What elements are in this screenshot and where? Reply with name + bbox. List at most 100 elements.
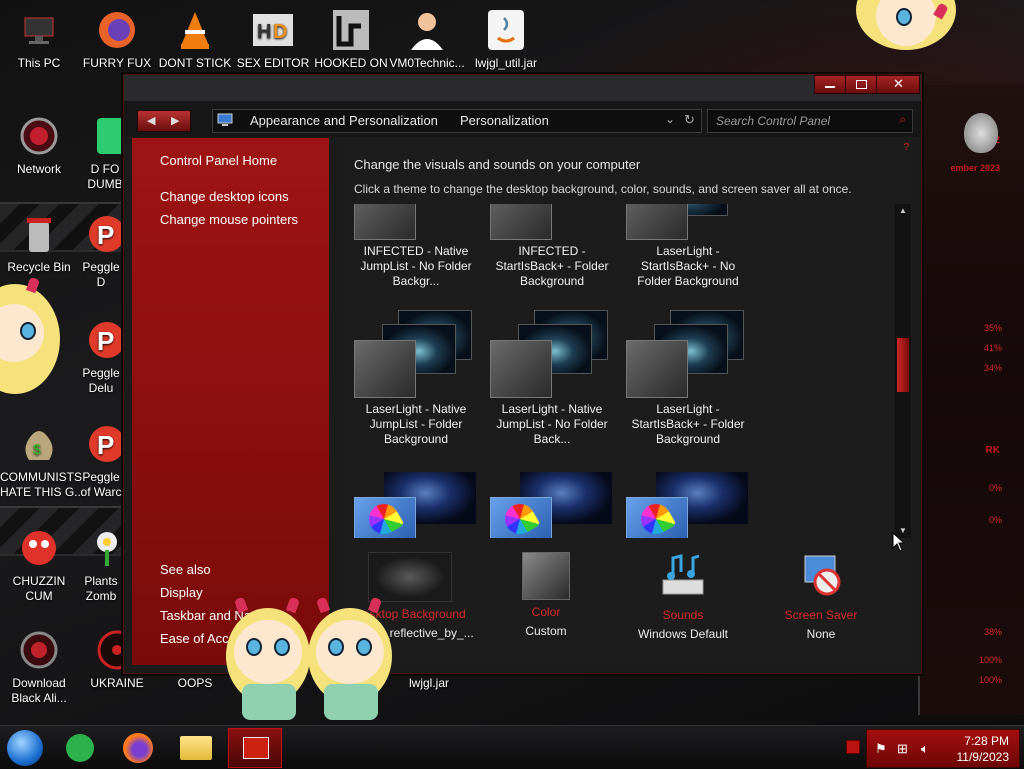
setting-label: Color [531, 605, 561, 619]
change-desktop-icons-link[interactable]: Change desktop icons [160, 189, 289, 204]
refresh-icon[interactable]: ↻ [684, 112, 695, 128]
desktop-icon-hooked-on[interactable]: HOOKED ON [312, 8, 390, 71]
window-titlebar[interactable]: ✕ [124, 75, 921, 101]
network-icon [20, 117, 58, 155]
taskbar-firefox[interactable] [120, 730, 156, 766]
app-icon [97, 118, 125, 154]
theme-thumbnail [354, 310, 478, 398]
desktop-icon-peggle-d[interactable]: P Peggle D [78, 212, 124, 290]
show-hidden-icons[interactable] [846, 740, 860, 754]
desktop-icon-network[interactable]: Network [0, 114, 78, 177]
peggle-icon: P [89, 426, 123, 462]
network-icon[interactable]: ⊞ [897, 741, 911, 756]
taskbar-feedly[interactable] [62, 730, 98, 766]
clock-time: 7:28 PM [964, 734, 1009, 748]
theme-item[interactable]: INFECTED - StartIsBack+ - Folder Backgro… [490, 204, 614, 289]
theme-thumbnail [490, 310, 614, 398]
sticker-image [226, 596, 396, 724]
desktop-icon-label: HOOKED ON [314, 56, 388, 70]
desktop-icon-plants-zombies[interactable]: Plants Zomb [78, 526, 124, 604]
desktop-icon-label: VM0Technic... [389, 56, 465, 70]
desktop-icon-peggle-warcraft[interactable]: P Peggle of Warc [78, 422, 124, 500]
close-icon: ✕ [893, 76, 904, 91]
address-bar[interactable]: Appearance and Personalization Personali… [212, 109, 702, 133]
desktop-icon-sex-editor[interactable]: HD SEX EDITOR [234, 8, 312, 71]
desktop-icon-lwjgl-util[interactable]: lwjgl_util.jar [467, 8, 545, 71]
desktop-icon-dont-stick[interactable]: DONT STICK [156, 8, 234, 71]
search-box: ⌕ [707, 109, 913, 133]
forward-button[interactable]: ▶ [171, 114, 179, 127]
volume-icon[interactable]: 🔈︎ [921, 741, 935, 756]
scrollbar-thumb[interactable] [897, 338, 909, 392]
theme-settings-bar: Desktop Background hazard_reflective_by_… [346, 552, 904, 660]
theme-item[interactable]: LaserLight - Native JumpList - No Folder… [490, 310, 614, 447]
desktop-icon-this-pc[interactable]: This PC [0, 8, 78, 71]
theme-thumbnail [354, 204, 478, 240]
theme-item[interactable] [626, 472, 750, 538]
sounds-button[interactable]: Sounds Windows Default [613, 552, 753, 641]
setting-value: Windows Default [637, 627, 729, 641]
desktop-icon-download-black-alien[interactable]: Download Black Ali... [0, 628, 78, 706]
change-mouse-pointers-link[interactable]: Change mouse pointers [160, 212, 298, 227]
desktop-icon-label: Network [16, 162, 61, 176]
page-heading: Change the visuals and sounds on your co… [354, 157, 641, 172]
computer-icon [24, 17, 54, 44]
clock[interactable]: 7:28 PM 11/9/2023 [957, 733, 1010, 765]
desktop-icon-label: Download Black Ali... [11, 676, 67, 705]
sticker-image [0, 276, 62, 404]
desktop-icon-recycle-bin[interactable]: Recycle Bin [0, 212, 78, 275]
page-subheading: Click a theme to change the desktop back… [354, 182, 852, 196]
start-button[interactable] [7, 730, 43, 766]
taskbar-control-panel[interactable] [228, 728, 282, 768]
theme-item[interactable]: LaserLight - Native JumpList - Folder Ba… [354, 310, 478, 447]
desktop-background-icon [368, 552, 452, 602]
theme-list-scrollbar[interactable]: ▲ ▼ [895, 204, 911, 538]
help-icon[interactable]: ? [903, 142, 909, 153]
desktop-icon-vm0technic[interactable]: VM0Technic... [388, 8, 466, 71]
search-icon[interactable]: ⌕ [899, 112, 906, 127]
close-button[interactable]: ✕ [876, 75, 920, 94]
desktop-icon-label: OOPS [177, 676, 213, 690]
theme-item[interactable] [490, 472, 614, 538]
theme-item[interactable]: LaserLight - StartIsBack+ - No Folder Ba… [626, 204, 750, 289]
theme-thumbnail [626, 472, 750, 538]
desktop-icon-communists[interactable]: $ COMMUNISTS HATE THIS G... [0, 422, 84, 500]
hxd-editor-icon: HD [253, 14, 293, 46]
control-panel-home-link[interactable]: Control Panel Home [160, 153, 277, 168]
svg-text:P: P [97, 220, 114, 250]
screen-saver-button[interactable]: Screen Saver None [751, 552, 891, 641]
desktop-icon-chuzzin[interactable]: CHUZZIN CUM [0, 526, 78, 604]
recycle-bin-icon [27, 218, 51, 252]
taskbar-file-explorer[interactable] [178, 730, 214, 766]
desktop-icon-peggle-deluxe[interactable]: P Peggle Delu [78, 318, 124, 396]
theme-item[interactable]: INFECTED - Native JumpList - No Folder B… [354, 204, 478, 289]
system-tray: ⚑ ⊞ 🔈︎ 7:28 PM 11/9/2023 [866, 729, 1020, 768]
breadcrumb-personalization[interactable]: Personalization [460, 113, 549, 128]
clock-date: 11/9/2023 [956, 750, 1010, 764]
desktop-icon-label: CHUZZIN CUM [12, 574, 66, 603]
theme-thumbnail [626, 204, 750, 240]
minimize-button[interactable] [814, 75, 846, 94]
feedly-icon [66, 734, 94, 762]
theme-item[interactable]: LaserLight - StartIsBack+ - Folder Backg… [626, 310, 750, 447]
theme-item[interactable] [354, 472, 478, 538]
breadcrumb-appearance[interactable]: Appearance and Personalization [250, 113, 438, 128]
search-input[interactable] [714, 112, 888, 130]
back-button[interactable]: ◀ [147, 114, 155, 127]
display-link[interactable]: Display [160, 585, 203, 600]
chevron-down-icon[interactable]: ⌄ [665, 112, 675, 126]
setting-value: Custom [525, 624, 567, 638]
vlc-icon [181, 12, 209, 49]
flag-icon[interactable]: ⚑ [875, 741, 889, 756]
svg-text:H: H [257, 21, 271, 43]
theme-thumbnail [626, 310, 750, 398]
theme-list: INFECTED - Native JumpList - No Folder B… [354, 204, 882, 538]
sounds-icon [662, 554, 704, 595]
maximize-button[interactable] [845, 75, 877, 94]
desktop-icon-furry-fux[interactable]: FURRY FUX [78, 8, 156, 71]
color-button[interactable]: Color Custom [476, 552, 616, 638]
setting-value: None [806, 627, 836, 641]
scroll-up-icon[interactable]: ▲ [898, 206, 908, 216]
doctor-icon [411, 13, 443, 50]
gadget-label: ember 2023 [950, 163, 1000, 173]
